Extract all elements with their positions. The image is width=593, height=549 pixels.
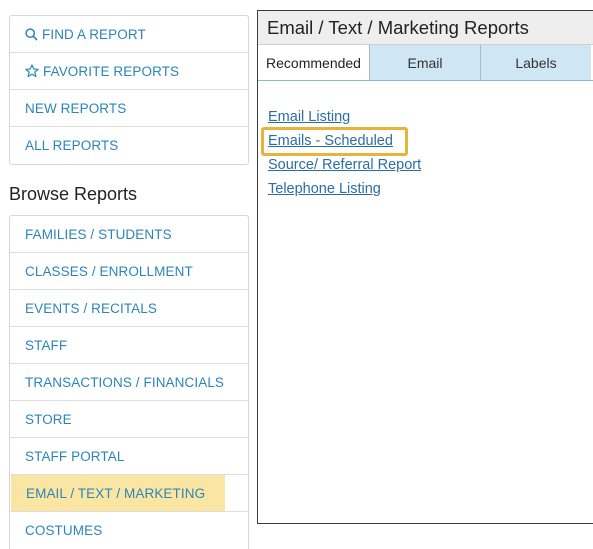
tab-recommended[interactable]: Recommended — [258, 45, 369, 80]
report-link-emails-scheduled[interactable]: Emails - Scheduled — [268, 129, 593, 153]
report-link-email-listing[interactable]: Email Listing — [268, 105, 593, 129]
all-reports-link[interactable]: ALL REPORTS — [10, 127, 248, 164]
browse-reports-heading: Browse Reports — [9, 184, 138, 204]
find-report-link[interactable]: FIND A REPORT — [10, 16, 248, 53]
category-label: CLASSES / ENROLLMENT — [25, 263, 193, 279]
favorite-reports-link[interactable]: FAVORITE REPORTS — [10, 53, 248, 90]
panel-title: Email / Text / Marketing Reports — [258, 11, 593, 45]
search-icon — [25, 27, 38, 41]
category-staff-portal[interactable]: STAFF PORTAL — [10, 438, 248, 475]
find-report-label: FIND A REPORT — [42, 26, 146, 42]
browse-categories-list: FAMILIES / STUDENTS CLASSES / ENROLLMENT… — [9, 215, 249, 549]
category-staff[interactable]: STAFF — [10, 327, 248, 364]
category-transactions-financials[interactable]: TRANSACTIONS / FINANCIALS — [10, 364, 248, 401]
tab-labels[interactable]: Labels — [480, 45, 591, 80]
new-reports-label: NEW REPORTS — [25, 100, 127, 116]
category-label: FAMILIES / STUDENTS — [25, 226, 172, 242]
tab-email[interactable]: Email — [369, 45, 480, 80]
report-link-telephone-listing[interactable]: Telephone Listing — [268, 177, 593, 201]
category-label: TRANSACTIONS / FINANCIALS — [25, 374, 225, 390]
highlighted-link-wrapper: Emails - Scheduled — [261, 127, 593, 156]
category-label: STORE — [25, 411, 72, 427]
category-email-text-marketing[interactable]: EMAIL / TEXT / MARKETING — [10, 475, 248, 512]
category-label: STAFF — [25, 337, 68, 353]
all-reports-label: ALL REPORTS — [25, 138, 119, 153]
reports-sidebar: FIND A REPORT FAVORITE REPORTS NEW REPOR… — [9, 15, 249, 549]
category-families-students[interactable]: FAMILIES / STUDENTS — [10, 216, 248, 253]
category-label: STAFF PORTAL — [25, 448, 125, 464]
report-link-source-referral[interactable]: Source/ Referral Report — [268, 153, 593, 177]
category-label: EVENTS / RECITALS — [25, 300, 157, 316]
new-reports-link[interactable]: NEW REPORTS — [10, 90, 248, 127]
category-label: COSTUMES — [25, 523, 103, 538]
category-classes-enrollment[interactable]: CLASSES / ENROLLMENT — [10, 253, 248, 290]
reports-panel: Email / Text / Marketing Reports Recomme… — [257, 10, 593, 524]
quick-links-box: FIND A REPORT FAVORITE REPORTS NEW REPOR… — [9, 15, 249, 165]
report-tabs: Recommended Email Labels — [258, 45, 593, 81]
category-events-recitals[interactable]: EVENTS / RECITALS — [10, 290, 248, 327]
category-label-active: EMAIL / TEXT / MARKETING — [11, 475, 225, 511]
star-icon — [25, 64, 39, 78]
category-costumes[interactable]: COSTUMES — [10, 512, 248, 549]
recommended-report-links: Email Listing Emails - Scheduled Source/… — [258, 81, 593, 201]
category-store[interactable]: STORE — [10, 401, 248, 438]
favorite-reports-label: FAVORITE REPORTS — [43, 63, 180, 79]
